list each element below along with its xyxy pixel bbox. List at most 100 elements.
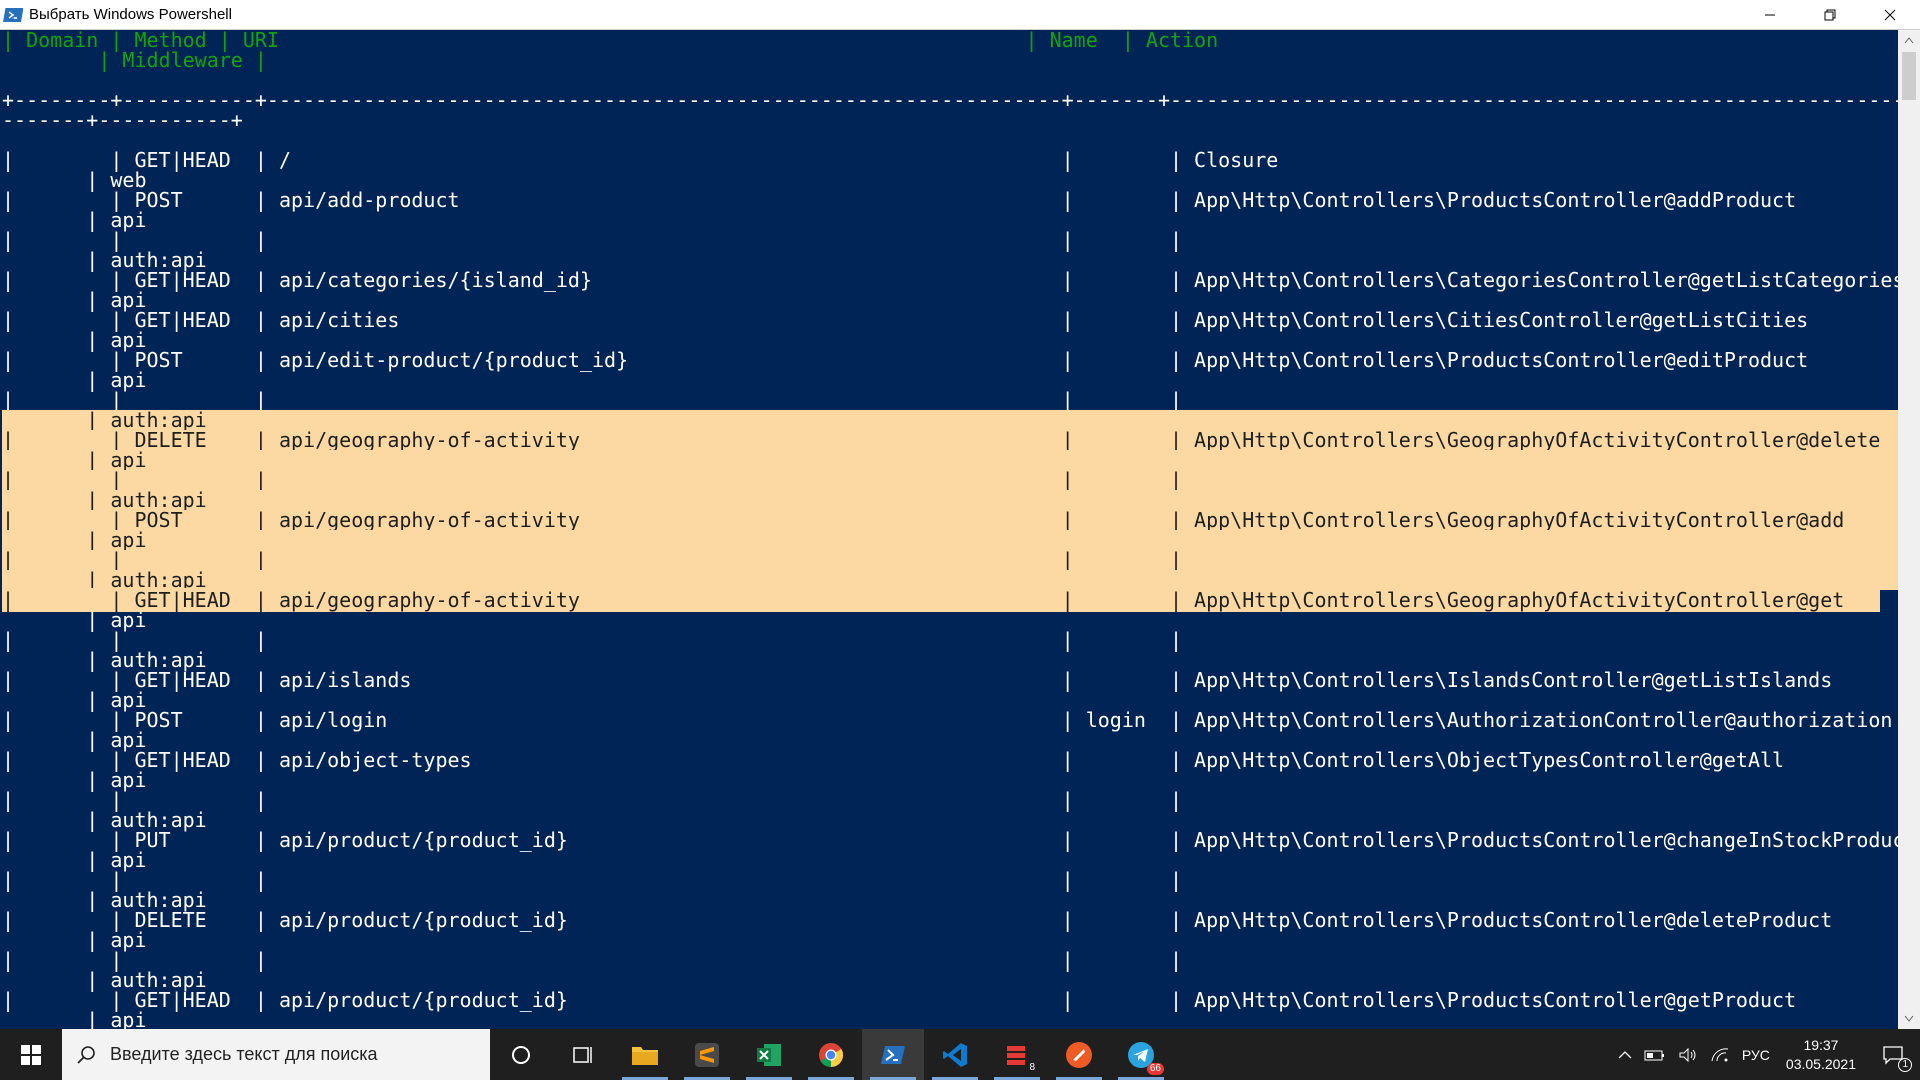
vscode-button[interactable] bbox=[924, 1029, 986, 1080]
table-row[interactable]: | | GET|HEAD | api/geography-of-activity… bbox=[2, 588, 1898, 612]
window-title: Выбрать Windows Powershell bbox=[29, 6, 232, 23]
middleware-line: | api bbox=[2, 450, 1898, 470]
action-center-button[interactable]: 1 bbox=[1866, 1029, 1920, 1080]
network-button[interactable] bbox=[1704, 1029, 1736, 1080]
middleware-line: | auth:api bbox=[2, 248, 207, 272]
search-placeholder: Введите здесь текст для поиска bbox=[110, 1044, 378, 1064]
minimize-icon bbox=[1765, 14, 1775, 16]
table-row: | | | | | bbox=[2, 868, 1183, 892]
middleware-line: | api bbox=[2, 1008, 147, 1029]
table-row: | | | | | bbox=[2, 628, 1183, 652]
powershell-taskbar-button[interactable] bbox=[862, 1029, 924, 1080]
system-tray: РУС 19:37 03.05.2021 1 bbox=[1612, 1029, 1920, 1080]
table-row[interactable]: | | POST | api/geography-of-activity | |… bbox=[2, 510, 1898, 530]
sublime-text-icon bbox=[695, 1042, 719, 1067]
taskbar-search-box[interactable]: Введите здесь текст для поиска bbox=[62, 1029, 490, 1080]
table-row[interactable]: | | DELETE | api/geography-of-activity |… bbox=[2, 430, 1898, 450]
clock-date: 03.05.2021 bbox=[1785, 1055, 1856, 1072]
postman-button[interactable] bbox=[1048, 1029, 1110, 1080]
table-row: | | | | | bbox=[2, 788, 1183, 812]
telegram-button[interactable]: 66 bbox=[1110, 1029, 1172, 1080]
console-text: | Domain | Method | URI | Name | Action … bbox=[2, 30, 1898, 1029]
table-row[interactable]: | | DELETE | api/product/{product_id} | … bbox=[2, 910, 1898, 930]
table-separator: -------+-----------+ bbox=[2, 108, 243, 132]
task-view-icon bbox=[573, 1046, 592, 1063]
middleware-line: | api bbox=[2, 608, 147, 632]
show-hidden-icons-button[interactable] bbox=[1612, 1029, 1638, 1080]
middleware-line: | api bbox=[2, 368, 147, 392]
middleware-line: | api bbox=[2, 530, 1898, 550]
table-separator: +--------+-----------+------------------… bbox=[2, 88, 1898, 112]
table-row[interactable]: | | GET|HEAD | api/object-types | | App\… bbox=[2, 750, 1898, 770]
postman-icon bbox=[1066, 1041, 1092, 1068]
middleware-line: | api bbox=[2, 328, 147, 352]
close-icon bbox=[1884, 9, 1896, 21]
scrollbar-thumb[interactable] bbox=[1902, 52, 1916, 100]
notification-count: 1 bbox=[1898, 1058, 1912, 1072]
cortana-button[interactable] bbox=[490, 1029, 552, 1080]
windows-logo-icon bbox=[21, 1044, 41, 1065]
middleware-line: | api bbox=[2, 208, 147, 232]
table-row: | | | | | bbox=[2, 550, 1898, 570]
table-row[interactable]: | | GET|HEAD | api/product/{product_id} … bbox=[2, 990, 1898, 1010]
table-header-line: | Middleware | bbox=[2, 48, 267, 72]
vertical-scrollbar[interactable] bbox=[1898, 30, 1920, 1029]
sublime-text-button[interactable] bbox=[676, 1029, 738, 1080]
excel-icon bbox=[757, 1043, 781, 1066]
search-icon bbox=[77, 1045, 95, 1064]
middleware-line: | api bbox=[2, 768, 147, 792]
middleware-line: | auth:api bbox=[2, 808, 207, 832]
middleware-line: | auth:api bbox=[2, 968, 207, 992]
table-row[interactable]: | | POST | api/edit-product/{product_id}… bbox=[2, 350, 1898, 370]
middleware-line: | auth:api bbox=[2, 648, 207, 672]
powershell-icon bbox=[881, 1045, 905, 1064]
table-row[interactable]: | | POST | api/login | login | App\Http\… bbox=[2, 710, 1898, 730]
telegram-badge: 66 bbox=[1146, 1063, 1164, 1075]
app-red-button[interactable]: 8 bbox=[986, 1029, 1048, 1080]
folder-icon bbox=[632, 1046, 658, 1065]
table-row[interactable]: | | PUT | api/product/{product_id} | | A… bbox=[2, 830, 1898, 850]
scroll-up-button[interactable] bbox=[1898, 30, 1920, 50]
chrome-button[interactable] bbox=[800, 1029, 862, 1080]
console-output[interactable]: | Domain | Method | URI | Name | Action … bbox=[0, 30, 1898, 1029]
table-row: | | | | | bbox=[2, 228, 1183, 252]
wifi-icon bbox=[1711, 1047, 1728, 1061]
middleware-line: | api bbox=[2, 688, 147, 712]
table-row: | | | | | bbox=[2, 470, 1898, 490]
table-row: | | | | | bbox=[2, 388, 1183, 412]
app-red-badge: 8 bbox=[1026, 1062, 1038, 1074]
table-row[interactable]: | | POST | api/add-product | | App\Http\… bbox=[2, 190, 1898, 210]
start-button[interactable] bbox=[0, 1029, 62, 1080]
battery-button[interactable] bbox=[1638, 1029, 1672, 1080]
cortana-circle-icon bbox=[512, 1045, 530, 1064]
restore-button[interactable] bbox=[1800, 0, 1860, 30]
middleware-line: | auth:api bbox=[2, 888, 207, 912]
middleware-line: | auth:api bbox=[2, 490, 1898, 510]
speaker-icon bbox=[1679, 1047, 1696, 1062]
scroll-down-button[interactable] bbox=[1898, 1009, 1920, 1029]
window-titlebar[interactable]: Выбрать Windows Powershell bbox=[0, 0, 1920, 30]
table-row[interactable]: | | GET|HEAD | api/categories/{island_id… bbox=[2, 270, 1898, 290]
table-row[interactable]: | | GET|HEAD | api/cities | | App\Http\C… bbox=[2, 310, 1898, 330]
excel-button[interactable] bbox=[738, 1029, 800, 1080]
input-language-button[interactable]: РУС bbox=[1736, 1029, 1776, 1080]
taskbar: Введите здесь текст для поиска 8 66 РУС … bbox=[0, 1029, 1920, 1080]
chevron-down-icon bbox=[1904, 1015, 1914, 1022]
middleware-line: | api bbox=[2, 848, 147, 872]
table-row[interactable]: | | GET|HEAD | api/islands | | App\Http\… bbox=[2, 670, 1898, 690]
middleware-line: | auth:api bbox=[2, 410, 1898, 430]
table-row: | | | | | bbox=[2, 948, 1183, 972]
volume-button[interactable] bbox=[1672, 1029, 1704, 1080]
file-explorer-button[interactable] bbox=[614, 1029, 676, 1080]
close-button[interactable] bbox=[1860, 0, 1920, 30]
table-row[interactable]: | | GET|HEAD | / | | Closure bbox=[2, 150, 1898, 170]
clock[interactable]: 19:37 03.05.2021 bbox=[1776, 1036, 1866, 1074]
middleware-line: | api bbox=[2, 928, 147, 952]
selected-text: | | GET|HEAD | api/geography-of-activity… bbox=[2, 588, 1881, 612]
minimize-button[interactable] bbox=[1740, 0, 1800, 30]
middleware-line: | web bbox=[2, 168, 147, 192]
chevron-up-icon bbox=[1618, 1050, 1632, 1058]
task-view-button[interactable] bbox=[552, 1029, 614, 1080]
